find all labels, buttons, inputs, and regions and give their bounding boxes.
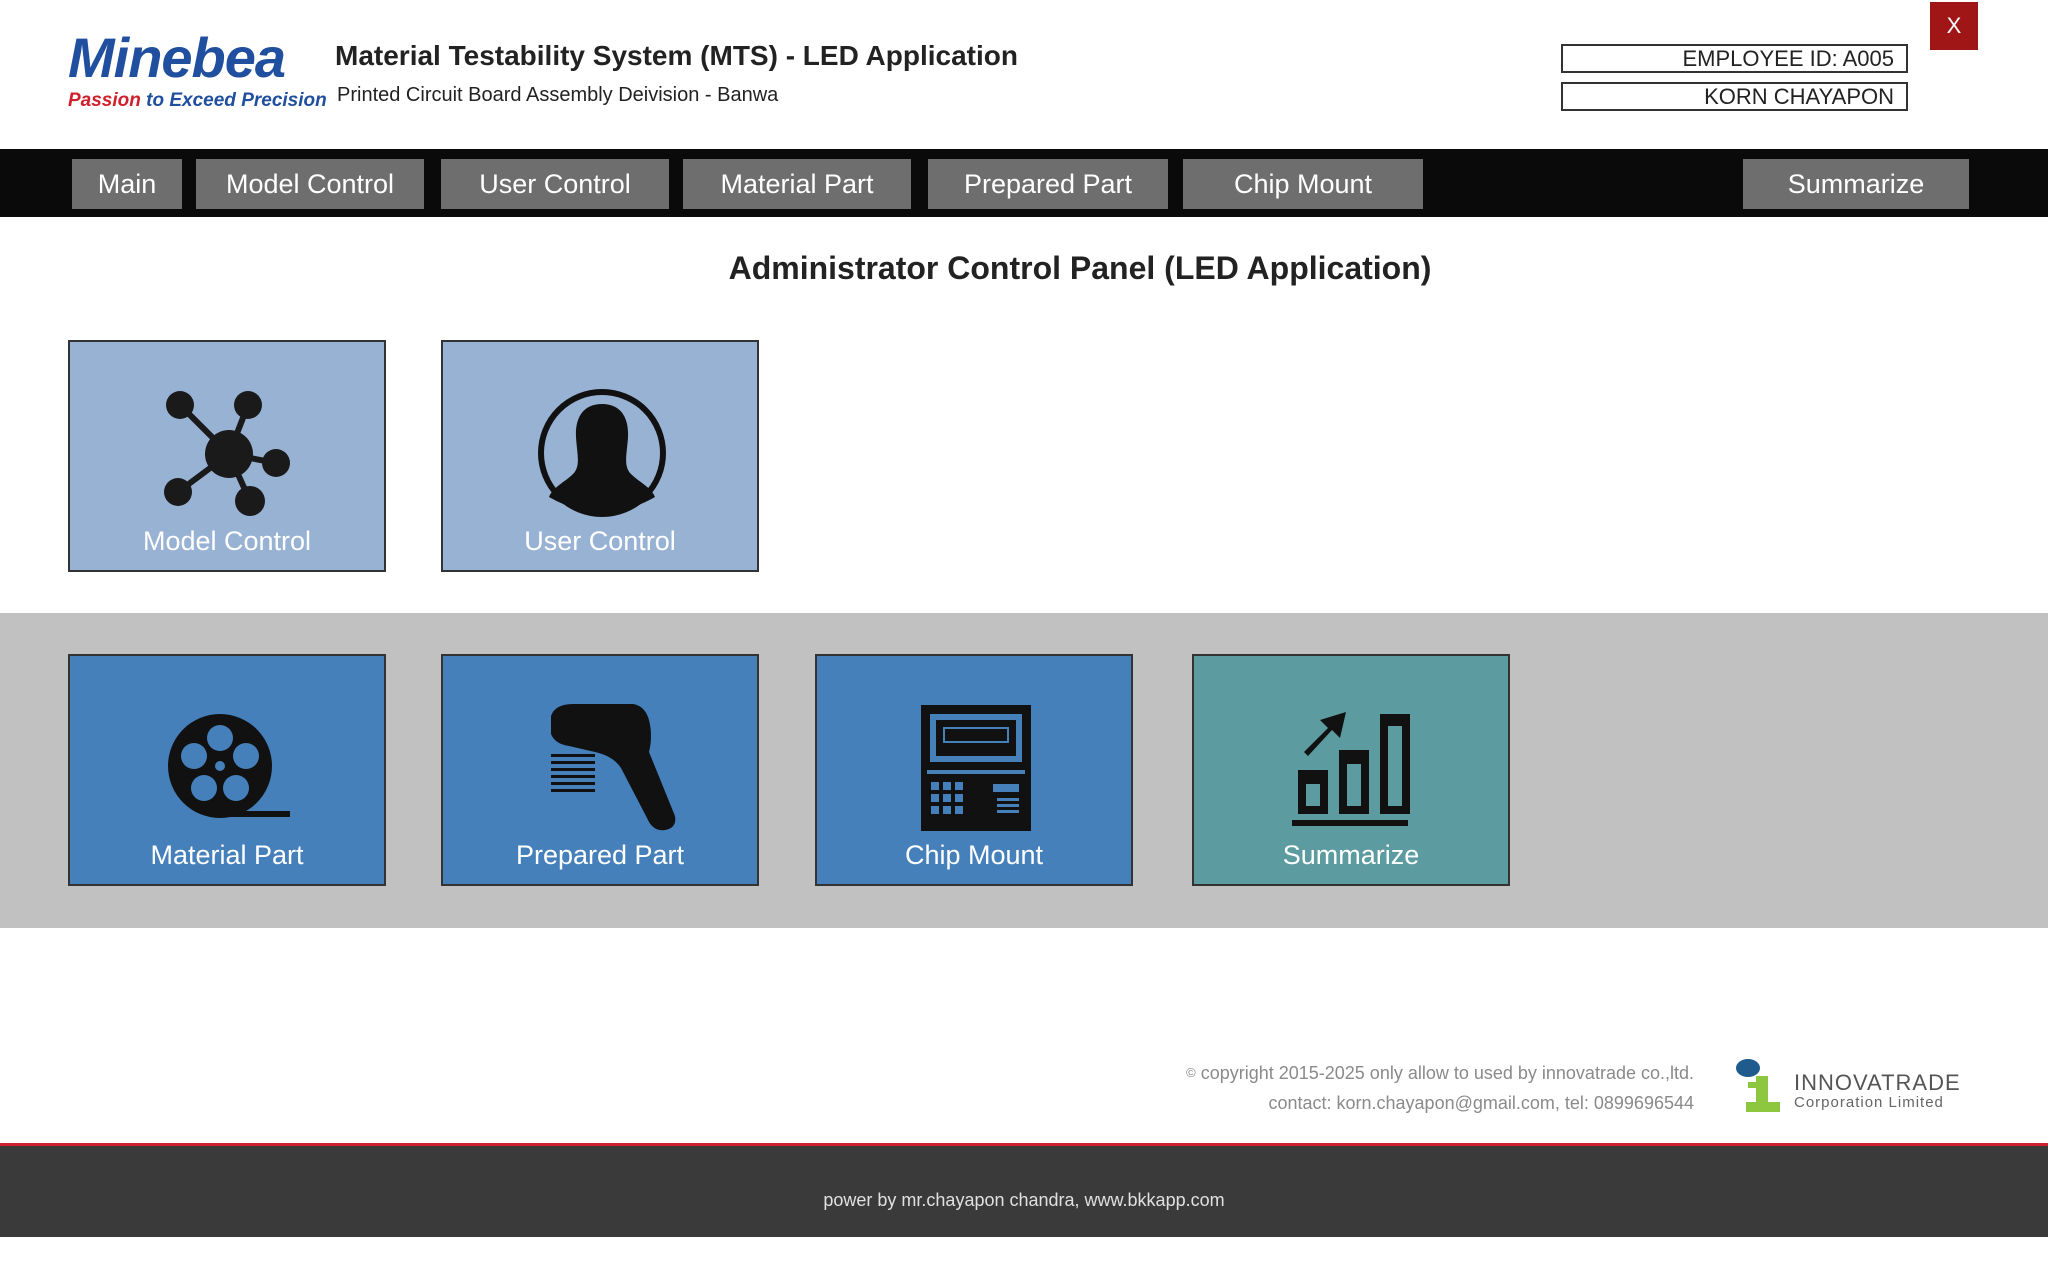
close-button[interactable]: X bbox=[1930, 2, 1978, 50]
tile-summarize[interactable]: Summarize bbox=[1192, 654, 1510, 886]
nav-chip-mount[interactable]: Chip Mount bbox=[1183, 159, 1423, 209]
tile-label: Model Control bbox=[142, 526, 312, 556]
nav-summarize[interactable]: Summarize bbox=[1743, 159, 1969, 209]
copyright-block: © copyright 2015-2025 only allow to used… bbox=[1186, 1058, 1694, 1118]
app-title: Material Testability System (MTS) - LED … bbox=[335, 40, 1018, 71]
nav-prepared-part[interactable]: Prepared Part bbox=[928, 159, 1168, 209]
tile-label: Summarize bbox=[1282, 840, 1420, 870]
copyright-icon: © bbox=[1186, 1065, 1196, 1080]
minebea-logo: Minebea Passion to Exceed Precision bbox=[68, 26, 327, 112]
tile-material-part[interactable]: Material Part bbox=[68, 654, 386, 886]
tile-user-control[interactable]: User Control bbox=[441, 340, 759, 572]
panel-title: Administrator Control Panel (LED Applica… bbox=[728, 250, 1432, 286]
copyright-text: copyright 2015-2025 only allow to used b… bbox=[1200, 1063, 1694, 1083]
tile-model-control[interactable]: Model Control bbox=[68, 340, 386, 572]
nav-material-part[interactable]: Material Part bbox=[683, 159, 911, 209]
nav-main[interactable]: Main bbox=[72, 159, 182, 209]
tile-label: Prepared Part bbox=[515, 840, 685, 870]
tile-label: Material Part bbox=[150, 840, 304, 870]
contact-text: contact: korn.chayapon@gmail.com, tel: 0… bbox=[1268, 1093, 1694, 1113]
company-name: INNOVATRADE bbox=[1794, 1070, 1961, 1095]
brand-tagline-red: Passion bbox=[68, 90, 141, 111]
innovatrade-mark-icon bbox=[1736, 1059, 1780, 1112]
innovatrade-logo: INNOVATRADE Corporation Limited bbox=[1734, 1058, 1974, 1116]
power-by-text: power by mr.chayapon chandra, www.bkkapp… bbox=[823, 1190, 1225, 1210]
brand-tagline: Passion to Exceed Precision bbox=[68, 90, 327, 112]
tile-chip-mount[interactable]: Chip Mount bbox=[815, 654, 1133, 886]
main-nav-bar: Main Model Control User Control Material… bbox=[0, 149, 2048, 217]
user-name-field: KORN CHAYAPON bbox=[1561, 82, 1908, 111]
brand-name: Minebea bbox=[68, 26, 286, 89]
company-subtitle: Corporation Limited bbox=[1794, 1094, 1944, 1111]
tile-prepared-part[interactable]: Prepared Part bbox=[441, 654, 759, 886]
nav-model-control[interactable]: Model Control bbox=[196, 159, 424, 209]
nav-user-control[interactable]: User Control bbox=[441, 159, 669, 209]
tile-label: Chip Mount bbox=[904, 840, 1044, 870]
app-subtitle: Printed Circuit Board Assembly Deivision… bbox=[337, 84, 779, 106]
employee-id-field: EMPLOYEE ID: A005 bbox=[1561, 44, 1908, 73]
tile-label: User Control bbox=[524, 526, 676, 556]
brand-tagline-blue: to Exceed Precision bbox=[146, 90, 327, 111]
